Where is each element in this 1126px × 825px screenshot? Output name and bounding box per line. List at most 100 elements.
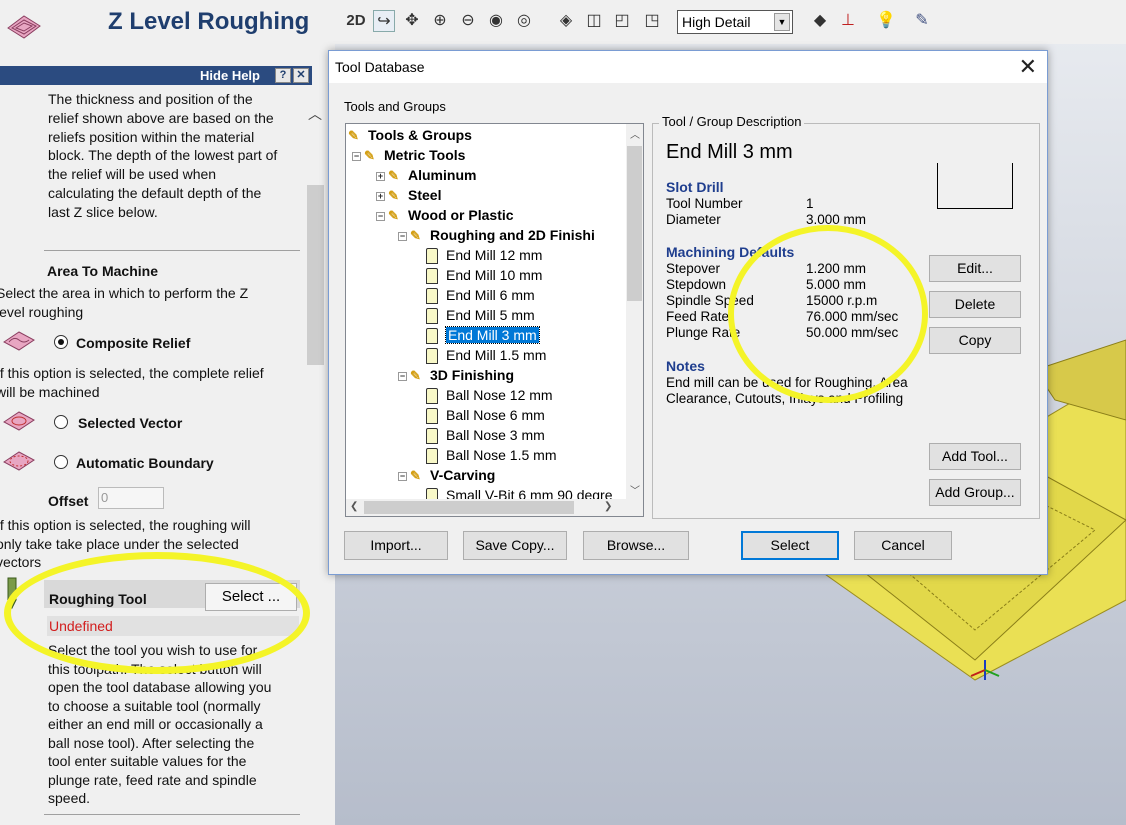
tree-tool-node[interactable]: End Mill 5 mm [426, 306, 535, 325]
selected-vector-label[interactable]: Selected Vector [78, 414, 182, 433]
paint-brush-icon[interactable]: ✎ [911, 10, 933, 32]
cancel-button[interactable]: Cancel [854, 531, 952, 560]
expand-icon[interactable]: + [376, 191, 385, 201]
rotate-view-icon[interactable]: ↪ [373, 10, 395, 32]
tool-tree[interactable]: ✎ Tools & Groups − ✎ Metric Tools + ✎ Aluminum +… [345, 123, 644, 517]
view-2d-button[interactable]: 2D [343, 10, 369, 32]
pan-icon[interactable]: ✥ [401, 10, 423, 32]
scroll-up-icon[interactable]: ︿ [630, 126, 640, 141]
plane-icon[interactable]: ◆ [809, 10, 831, 32]
collapse-icon[interactable]: − [376, 211, 385, 221]
tree-node-label: End Mill 1.5 mm [446, 347, 547, 363]
tree-group-node[interactable]: ✎ Tools & Groups [348, 126, 472, 145]
copy-button[interactable]: Copy [929, 327, 1021, 354]
area-heading: Area To Machine [47, 263, 158, 279]
stepdown-value: 5.000 mm [806, 277, 867, 292]
collapse-icon[interactable]: − [398, 371, 407, 381]
select-button[interactable]: Select [741, 531, 839, 560]
front-view-icon[interactable]: ◰ [611, 10, 633, 32]
tool-bit-icon [426, 328, 438, 345]
area-desc-line: Select the area in which to perform the … [0, 285, 249, 301]
composite-relief-radio[interactable] [54, 335, 68, 349]
import-button[interactable]: Import... [344, 531, 448, 560]
description-legend: Tool / Group Description [659, 114, 805, 129]
left-scrollbar-thumb[interactable] [307, 185, 324, 365]
stepover-value: 1.200 mm [806, 261, 867, 276]
diameter-value: 3.000 mm [806, 212, 867, 227]
hide-help-link[interactable]: Hide Help [200, 68, 260, 83]
detail-level-value: High Detail [682, 14, 751, 30]
collapse-icon[interactable]: − [398, 231, 407, 241]
collapse-icon[interactable]: − [352, 151, 361, 161]
tree-tool-node[interactable]: Ball Nose 6 mm [426, 406, 545, 425]
iso-view-icon[interactable]: ◈ [555, 10, 577, 32]
help-close-button[interactable]: ✕ [293, 68, 309, 83]
browse-button[interactable]: Browse... [583, 531, 689, 560]
tree-group-node[interactable]: − ✎ Metric Tools [352, 146, 465, 165]
tool-desc-line: to choose a suitable tool (normally [48, 697, 261, 714]
tool-group-icon: ✎ [364, 148, 375, 163]
tree-group-node[interactable]: − ✎ Wood or Plastic [376, 206, 514, 225]
axis-icon[interactable]: ⊥ [837, 10, 859, 32]
help-question-button[interactable]: ? [275, 68, 291, 83]
tool-number-label: Tool Number [666, 196, 743, 211]
tool-type-heading: Slot Drill [666, 179, 724, 195]
light-bulb-icon[interactable]: 💡 [875, 10, 897, 32]
tree-group-node[interactable]: + ✎ Aluminum [376, 166, 476, 185]
edit-button[interactable]: Edit... [929, 255, 1021, 282]
zoom-out-icon[interactable]: ⊖ [457, 10, 479, 32]
scroll-down-icon[interactable]: ﹀ [630, 482, 640, 497]
collapse-icon[interactable]: − [398, 471, 407, 481]
side-view-icon[interactable]: ◳ [641, 10, 663, 32]
spindle-speed-label: Spindle Speed [666, 293, 754, 308]
delete-button[interactable]: Delete [929, 291, 1021, 318]
zoom-in-icon[interactable]: ⊕ [429, 10, 451, 32]
tree-vertical-scrollbar[interactable]: ︿ ﹀ [626, 124, 643, 499]
tool-group-icon: ✎ [410, 468, 421, 483]
help-line: calculating the default depth of the [48, 184, 262, 201]
tree-tool-node[interactable]: End Mill 1.5 mm [426, 346, 547, 365]
automatic-boundary-label[interactable]: Automatic Boundary [76, 454, 214, 473]
zoom-box-icon[interactable]: ◉ [485, 10, 507, 32]
tree-group-node[interactable]: − ✎ 3D Finishing [398, 366, 514, 385]
scroll-right-icon[interactable]: ❯ [604, 501, 612, 512]
offset-input[interactable]: 0 [98, 487, 164, 509]
expand-icon[interactable]: + [376, 171, 385, 181]
save-copy-button[interactable]: Save Copy... [463, 531, 567, 560]
tree-node-label: Steel [408, 187, 442, 203]
tree-tool-node[interactable]: Ball Nose 12 mm [426, 386, 553, 405]
top-view-icon[interactable]: ◫ [583, 10, 605, 32]
detail-level-select[interactable]: High Detail ▼ [677, 10, 793, 34]
stepdown-label: Stepdown [666, 277, 727, 292]
zoom-all-icon[interactable]: ◎ [513, 10, 535, 32]
tree-tool-node[interactable]: End Mill 3 mm [426, 326, 540, 345]
composite-relief-label[interactable]: Composite Relief [76, 334, 190, 353]
tree-tool-node[interactable]: Ball Nose 3 mm [426, 426, 545, 445]
close-icon[interactable]: ✕ [1019, 54, 1037, 80]
scroll-left-icon[interactable]: ❮ [350, 501, 358, 512]
tree-vertical-thumb[interactable] [627, 146, 642, 301]
tree-tool-node[interactable]: End Mill 12 mm [426, 246, 542, 265]
tool-group-icon: ✎ [410, 368, 421, 383]
tree-group-node[interactable]: + ✎ Steel [376, 186, 441, 205]
chevron-up-icon[interactable]: ︿ [308, 104, 322, 124]
tree-horizontal-scrollbar[interactable]: ❮ ❯ [346, 499, 643, 516]
area-description: Select the area in which to perform the … [0, 284, 306, 321]
tool-group-icon: ✎ [410, 228, 421, 243]
select-tool-button[interactable]: Select ... [205, 583, 297, 611]
tree-group-node[interactable]: − ✎ Roughing and 2D Finishi [398, 226, 595, 245]
dialog-titlebar: Tool Database ✕ [329, 51, 1047, 83]
tree-group-node[interactable]: − ✎ V-Carving [398, 466, 495, 485]
plunge-rate-label: Plunge Rate [666, 325, 741, 340]
tree-horizontal-thumb[interactable] [364, 501, 574, 514]
automatic-boundary-radio[interactable] [54, 455, 68, 469]
selected-vector-radio[interactable] [54, 415, 68, 429]
chevron-down-icon[interactable]: ▼ [774, 13, 790, 31]
tree-tool-node[interactable]: Ball Nose 1.5 mm [426, 446, 556, 465]
tree-tool-node[interactable]: End Mill 10 mm [426, 266, 542, 285]
tree-node-label: Aluminum [408, 167, 477, 183]
add-tool-button[interactable]: Add Tool... [929, 443, 1021, 470]
add-group-button[interactable]: Add Group... [929, 479, 1021, 506]
selected-vector-icon [3, 411, 35, 431]
tree-tool-node[interactable]: End Mill 6 mm [426, 286, 535, 305]
